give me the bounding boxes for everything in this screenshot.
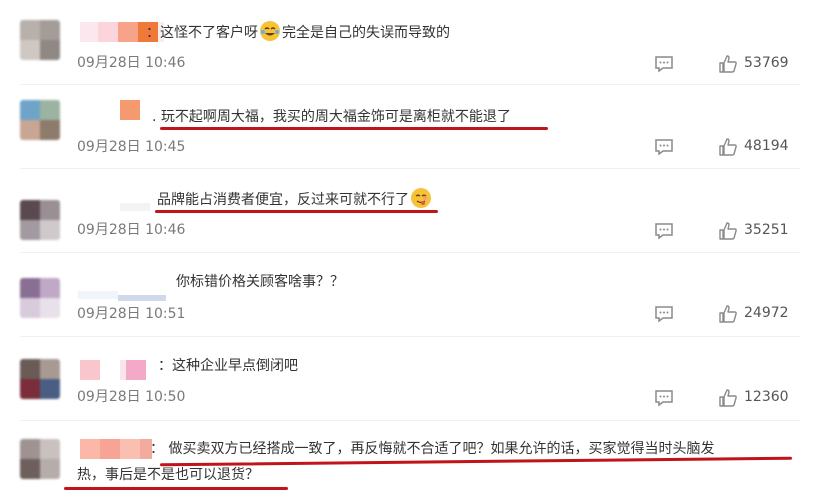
comment-time: 09月28日 10:50 <box>77 389 186 405</box>
avatar[interactable] <box>20 278 60 318</box>
comment-time: 09月28日 10:45 <box>77 139 186 155</box>
like-icon[interactable] <box>718 137 738 157</box>
like-icon[interactable] <box>718 221 738 241</box>
comment-item: 品牌能占消费者便宜，反过来可就不行了 09月28日 10:46 35251 <box>0 169 816 252</box>
username-blurred[interactable] <box>120 191 150 211</box>
comment-text: 你标错价格关顾客啥事？？ <box>176 274 344 290</box>
like-count: 24972 <box>744 305 789 321</box>
comment-time: 09月28日 10:46 <box>77 55 186 71</box>
avatar[interactable] <box>20 359 60 399</box>
like-count: 53769 <box>744 55 789 71</box>
comment-text: ：这怪不了客户呀 完全是自己的失误而导致的 <box>146 21 450 43</box>
red-underline <box>64 487 288 490</box>
avatar[interactable] <box>20 439 60 479</box>
comment-text: . 玩不起啊周大福，我买的周大福金饰可是离柜就不能退了 <box>152 109 511 125</box>
like-icon[interactable] <box>718 54 738 74</box>
comment-text: ：这种企业早点倒闭吧 <box>158 358 298 374</box>
comment-text-line-1: ： 做买卖双方已经搭成一致了，再反悔就不合适了吧？如果允许的话，买家觉得当时头脑… <box>150 441 715 457</box>
comment-item: ：这种企业早点倒闭吧 09月28日 10:50 12360 <box>0 337 816 420</box>
reply-icon[interactable] <box>654 222 674 240</box>
comment-text: 品牌能占消费者便宜，反过来可就不行了 <box>157 188 433 210</box>
like-count: 48194 <box>744 138 789 154</box>
comment-time: 09月28日 10:46 <box>77 222 186 238</box>
avatar[interactable] <box>20 200 60 240</box>
red-underline <box>160 127 548 130</box>
username-blurred[interactable] <box>80 439 152 459</box>
comment-text-line-2: 热，事后是不是也可以退货？ <box>77 467 259 483</box>
reply-icon[interactable] <box>654 305 674 323</box>
crying-laughing-emoji <box>260 21 280 41</box>
username-blurred[interactable] <box>80 360 146 380</box>
comment-time: 09月28日 10:51 <box>77 306 186 322</box>
like-count: 12360 <box>744 389 789 405</box>
username-blurred[interactable] <box>120 100 140 120</box>
comment-item: 你标错价格关顾客啥事？？ 09月28日 10:51 24972 <box>0 253 816 336</box>
avatar[interactable] <box>20 20 60 60</box>
smirk-tongue-emoji <box>411 188 431 208</box>
comment-item: ： 做买卖双方已经搭成一致了，再反悔就不合适了吧？如果允许的话，买家觉得当时头脑… <box>0 421 816 498</box>
comment-item: . 玩不起啊周大福，我买的周大福金饰可是离柜就不能退了 09月28日 10:45… <box>0 85 816 168</box>
like-count: 35251 <box>744 222 789 238</box>
like-icon[interactable] <box>718 388 738 408</box>
reply-icon[interactable] <box>654 138 674 156</box>
comment-item: ：这怪不了客户呀 完全是自己的失误而导致的 09月28日 10:46 53769 <box>0 0 816 83</box>
like-icon[interactable] <box>718 304 738 324</box>
reply-icon[interactable] <box>654 55 674 73</box>
red-underline <box>155 210 438 213</box>
avatar[interactable] <box>20 100 60 140</box>
reply-icon[interactable] <box>654 389 674 407</box>
